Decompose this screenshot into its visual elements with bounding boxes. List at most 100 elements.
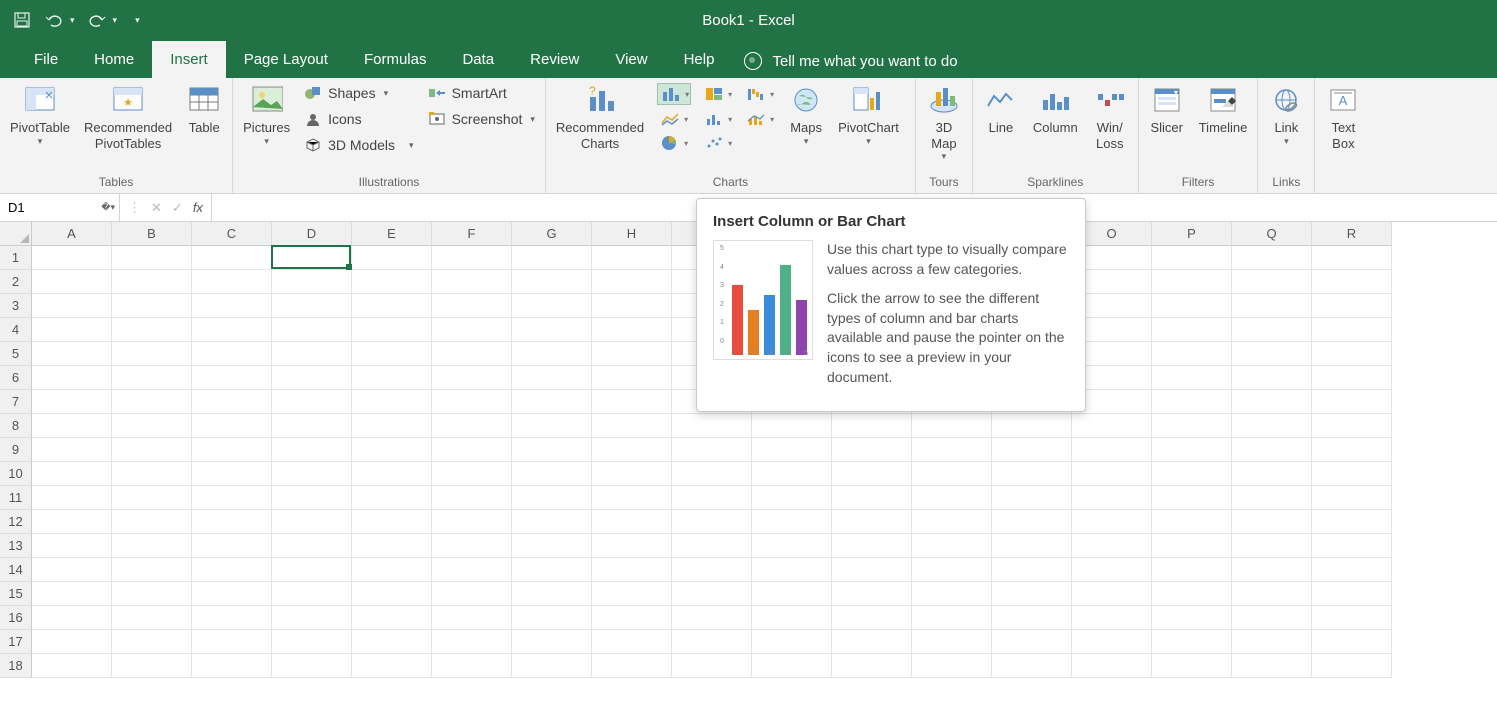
cell[interactable] [512, 654, 592, 678]
cell[interactable] [752, 606, 832, 630]
row-header[interactable]: 9 [0, 438, 32, 462]
cell[interactable] [512, 366, 592, 390]
cell[interactable] [272, 534, 352, 558]
cell[interactable] [272, 654, 352, 678]
tab-review[interactable]: Review [512, 41, 597, 78]
cell[interactable] [1312, 294, 1392, 318]
cell[interactable] [112, 654, 192, 678]
cell[interactable] [1232, 270, 1312, 294]
cell[interactable] [592, 438, 672, 462]
cell[interactable] [592, 414, 672, 438]
cell[interactable] [32, 654, 112, 678]
formula-expand-icon[interactable]: ⋮ [128, 200, 141, 216]
link-button[interactable]: Link▾ [1264, 82, 1308, 148]
cell[interactable] [912, 606, 992, 630]
cell[interactable] [512, 486, 592, 510]
cell[interactable] [272, 342, 352, 366]
cell[interactable] [1232, 534, 1312, 558]
cell[interactable] [1152, 246, 1232, 270]
cell[interactable] [1152, 294, 1232, 318]
select-all-corner[interactable] [0, 222, 32, 246]
cell[interactable] [272, 582, 352, 606]
cell[interactable] [352, 582, 432, 606]
cell[interactable] [272, 390, 352, 414]
save-icon[interactable] [12, 10, 32, 30]
waterfall-chart-button[interactable]: ▾ [744, 84, 774, 104]
cell[interactable] [352, 630, 432, 654]
cell[interactable] [1232, 630, 1312, 654]
cell[interactable] [592, 246, 672, 270]
cell[interactable] [1232, 342, 1312, 366]
cell[interactable] [32, 270, 112, 294]
cell[interactable] [1232, 318, 1312, 342]
row-header[interactable]: 1 [0, 246, 32, 270]
cell[interactable] [672, 630, 752, 654]
cell[interactable] [1152, 438, 1232, 462]
cell[interactable] [192, 366, 272, 390]
cell[interactable] [592, 654, 672, 678]
name-box[interactable]: D1�▾ [0, 194, 120, 221]
cell[interactable] [272, 462, 352, 486]
cell[interactable] [432, 318, 512, 342]
cell[interactable] [1312, 414, 1392, 438]
cell[interactable] [112, 582, 192, 606]
cell[interactable] [992, 486, 1072, 510]
cell[interactable] [112, 510, 192, 534]
cell[interactable] [672, 534, 752, 558]
cell[interactable] [592, 510, 672, 534]
cell[interactable] [752, 510, 832, 534]
cell[interactable] [432, 342, 512, 366]
cell[interactable] [192, 534, 272, 558]
sparkline-column-button[interactable]: Column [1029, 82, 1082, 138]
cell[interactable] [1312, 246, 1392, 270]
cell[interactable] [832, 654, 912, 678]
cell[interactable] [512, 390, 592, 414]
row-header[interactable]: 17 [0, 630, 32, 654]
cell[interactable] [752, 582, 832, 606]
cell[interactable] [592, 534, 672, 558]
cell[interactable] [352, 318, 432, 342]
cell[interactable] [352, 246, 432, 270]
cell[interactable] [1072, 462, 1152, 486]
cell[interactable] [352, 558, 432, 582]
sparkline-line-button[interactable]: Line [979, 82, 1023, 138]
cell[interactable] [112, 294, 192, 318]
fx-icon[interactable]: fx [193, 200, 203, 215]
cell[interactable] [752, 558, 832, 582]
cell[interactable] [592, 270, 672, 294]
cell[interactable] [112, 246, 192, 270]
row-header[interactable]: 18 [0, 654, 32, 678]
cell[interactable] [512, 630, 592, 654]
statistic-chart-button[interactable]: ▾ [702, 110, 732, 128]
cell[interactable] [352, 414, 432, 438]
cell[interactable] [272, 414, 352, 438]
cell[interactable] [32, 318, 112, 342]
cell[interactable] [512, 558, 592, 582]
cell[interactable] [512, 414, 592, 438]
table-button[interactable]: Table [182, 82, 226, 138]
cell[interactable] [512, 510, 592, 534]
formula-enter-icon[interactable]: ✓ [172, 200, 183, 216]
tab-file[interactable]: File [16, 41, 76, 78]
cell[interactable] [592, 342, 672, 366]
cell[interactable] [1232, 510, 1312, 534]
cell[interactable] [1312, 534, 1392, 558]
cell[interactable] [432, 462, 512, 486]
cell[interactable] [112, 390, 192, 414]
cell[interactable] [352, 342, 432, 366]
cell[interactable] [832, 582, 912, 606]
cell[interactable] [1312, 390, 1392, 414]
cell[interactable] [1312, 270, 1392, 294]
cell[interactable] [1152, 606, 1232, 630]
cell[interactable] [672, 582, 752, 606]
column-header[interactable]: P [1152, 222, 1232, 246]
cell[interactable] [192, 606, 272, 630]
line-chart-button[interactable]: ▾ [658, 110, 690, 128]
cell[interactable] [32, 534, 112, 558]
tab-page-layout[interactable]: Page Layout [226, 41, 346, 78]
cell[interactable] [752, 438, 832, 462]
cell[interactable] [1152, 390, 1232, 414]
screenshot-button[interactable]: Screenshot▾ [424, 108, 539, 130]
tell-me[interactable]: Tell me what you want to do [744, 52, 957, 78]
cell[interactable] [112, 270, 192, 294]
